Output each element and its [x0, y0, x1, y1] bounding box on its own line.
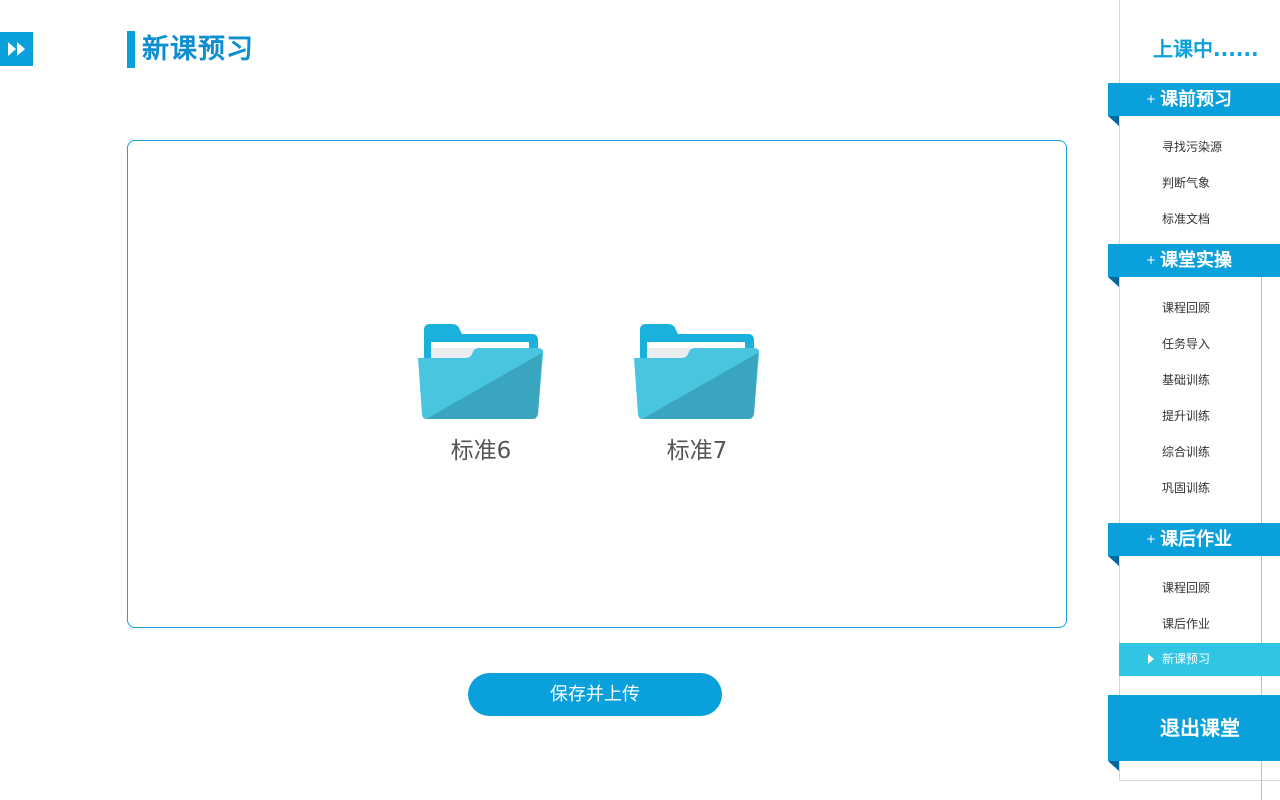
sidebar-item-consolidation-training[interactable]: 巩固训练 — [1162, 479, 1210, 497]
sidebar-item-course-review[interactable]: 课程回顾 — [1162, 299, 1210, 317]
folder-icon — [418, 324, 544, 419]
exit-class-button[interactable]: 退出课堂 — [1108, 695, 1280, 771]
folder-label: 标准6 — [450, 438, 512, 464]
sidebar-item-course-review-2[interactable]: 课程回顾 — [1162, 579, 1210, 597]
section-header-preview[interactable]: + 课前预习 — [1108, 83, 1280, 126]
sidebar-item-comprehensive-training[interactable]: 综合训练 — [1162, 443, 1210, 461]
file-panel: 标准6 标准7 — [127, 140, 1067, 628]
class-status-label: 上课中...... — [1153, 37, 1259, 61]
section-header-practice[interactable]: + 课堂实操 — [1108, 244, 1280, 287]
section-header-homework[interactable]: + 课后作业 — [1108, 523, 1280, 566]
title-accent-bar — [127, 31, 135, 68]
page-title: 新课预习 — [142, 34, 254, 65]
folder-icon — [634, 324, 760, 419]
sidebar-item-find-pollution-source[interactable]: 寻找污染源 — [1162, 138, 1222, 156]
section-title: 课前预习 — [1160, 89, 1233, 110]
sidebar-item-task-intro[interactable]: 任务导入 — [1162, 335, 1210, 353]
sidebar-item-new-lesson-preview[interactable]: 新课预习 — [1119, 643, 1280, 676]
plus-icon: + — [1146, 532, 1157, 546]
section-title: 课后作业 — [1160, 529, 1233, 550]
sidebar-item-judge-weather[interactable]: 判断气象 — [1162, 174, 1210, 192]
sidebar-item-advanced-training[interactable]: 提升训练 — [1162, 407, 1210, 425]
sidebar-item-label: 新课预习 — [1162, 652, 1211, 666]
folder-item[interactable]: 标准7 — [632, 322, 762, 466]
double-chevron-right-icon — [7, 42, 25, 56]
caret-right-icon — [1148, 654, 1154, 664]
folder-label: 标准7 — [666, 438, 728, 464]
collapse-toggle-button[interactable] — [0, 32, 33, 66]
sidebar-item-basic-training[interactable]: 基础训练 — [1162, 371, 1210, 389]
page: 新课预习 标准6 标准7 保存并上传 上课中...... + 课前预习 寻找污染… — [0, 0, 1280, 800]
plus-icon: + — [1146, 253, 1157, 267]
save-and-upload-button[interactable]: 保存并上传 — [468, 673, 722, 716]
section-title: 课堂实操 — [1160, 250, 1233, 271]
folder-item[interactable]: 标准6 — [416, 322, 546, 466]
sidebar-item-standard-docs[interactable]: 标准文档 — [1162, 210, 1210, 228]
sidebar-item-homework[interactable]: 课后作业 — [1162, 615, 1210, 633]
plus-icon: + — [1146, 92, 1157, 106]
